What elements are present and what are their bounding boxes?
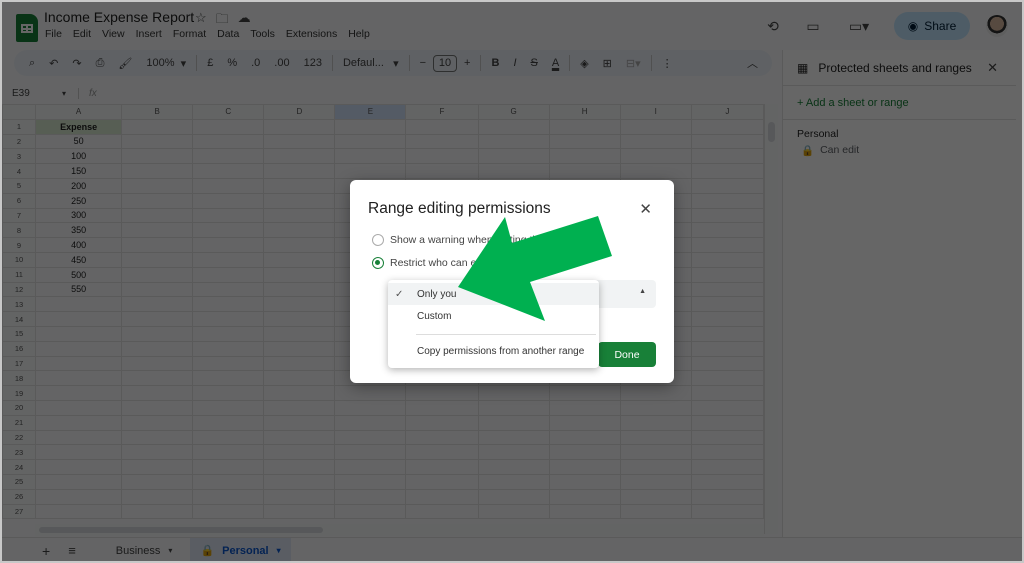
option-restrict-label: Restrict who can edit this range bbox=[390, 257, 537, 269]
menu-item-label: Copy permissions from another range bbox=[417, 345, 585, 357]
menu-item-custom[interactable]: Custom bbox=[388, 305, 599, 327]
close-icon[interactable]: ✕ bbox=[639, 200, 652, 218]
radio-warning[interactable] bbox=[372, 234, 384, 246]
app-window: Income Expense Report ☆ 🗀 ☁ File Edit Vi… bbox=[2, 2, 1022, 561]
radio-restrict[interactable] bbox=[372, 257, 384, 269]
menu-item-only-you[interactable]: ✓ Only you bbox=[388, 283, 599, 305]
option-warning-label: Show a warning when editing this range bbox=[390, 234, 576, 246]
divider bbox=[416, 334, 596, 335]
menu-item-copy-permissions[interactable]: Copy permissions from another range bbox=[388, 340, 599, 362]
option-warning[interactable]: Show a warning when editing this range bbox=[372, 234, 576, 246]
chevron-up-icon: ▲ bbox=[639, 288, 646, 295]
menu-item-label: Only you bbox=[417, 288, 457, 300]
dialog-title: Range editing permissions bbox=[368, 200, 551, 217]
checkmark-icon: ✓ bbox=[395, 288, 404, 300]
menu-item-label: Custom bbox=[417, 310, 452, 322]
option-restrict[interactable]: Restrict who can edit this range bbox=[372, 257, 537, 269]
permission-dropdown-menu: ✓ Only you Custom Copy permissions from … bbox=[388, 280, 599, 368]
done-button[interactable]: Done bbox=[598, 342, 656, 367]
